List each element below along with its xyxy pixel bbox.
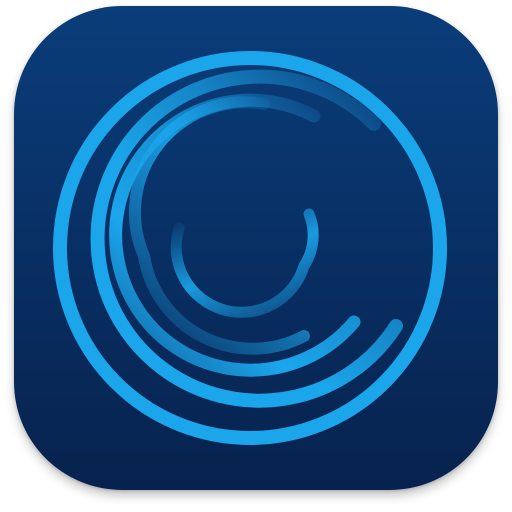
spiral-rings-icon <box>14 6 498 490</box>
app-icon[interactable] <box>14 6 498 490</box>
canvas <box>0 0 512 512</box>
